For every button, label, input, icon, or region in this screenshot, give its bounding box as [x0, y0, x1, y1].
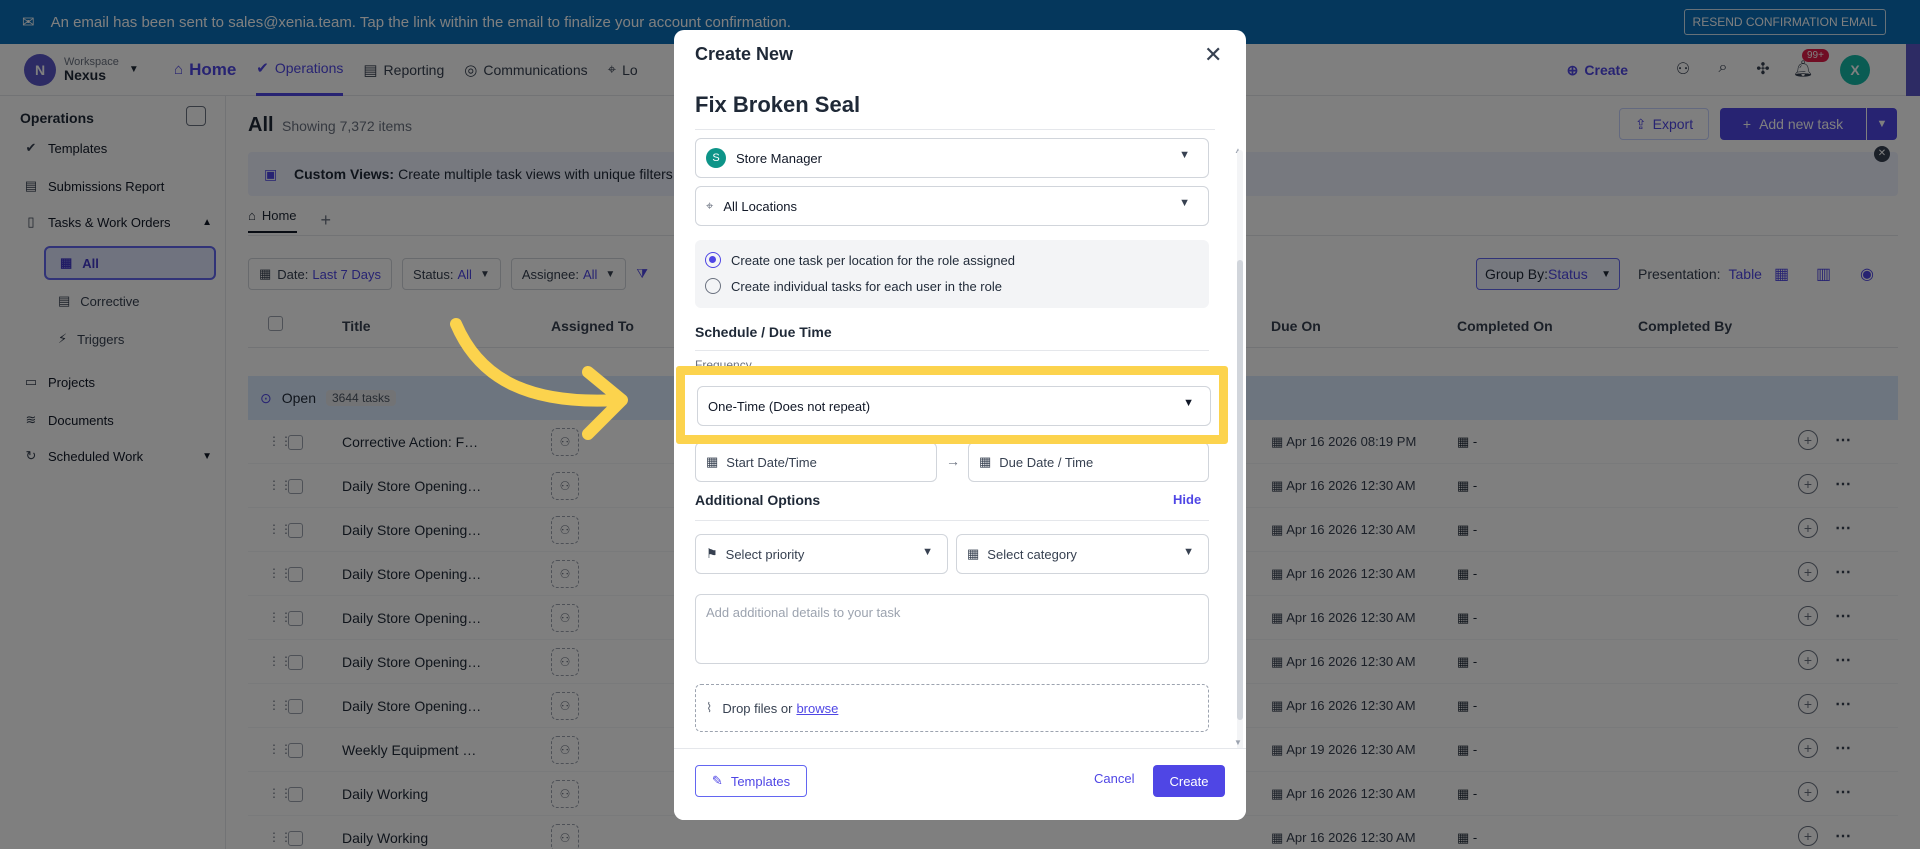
details-textarea[interactable]: Add additional details to your task [695, 594, 1209, 664]
radio-label: Create individual tasks for each user in… [731, 278, 1002, 294]
browse-link[interactable]: browse [796, 701, 838, 716]
cancel-button[interactable]: Cancel [1094, 771, 1134, 786]
divider [695, 350, 1209, 351]
radio-button-selected[interactable] [705, 252, 721, 268]
start-date-field[interactable]: ▦ Start Date/Time [695, 442, 937, 482]
due-date-field[interactable]: ▦ Due Date / Time [968, 442, 1209, 482]
location-icon: ⌖ [706, 198, 714, 213]
file-dropzone[interactable]: ⌇ Drop files or browse [695, 684, 1209, 732]
pencil-icon: ✎ [711, 773, 723, 788]
create-button[interactable]: Create [1153, 765, 1225, 797]
priority-select[interactable]: ⚑ Select priority ▼ [695, 534, 948, 574]
flag-icon: ⚑ [706, 546, 718, 561]
modal-footer: ✎ Templates Cancel Create [674, 748, 1246, 820]
start-date-placeholder: Start Date/Time [726, 454, 817, 470]
calendar-icon: ▦ [706, 454, 719, 469]
role-value: Store Manager [736, 150, 822, 166]
chevron-down-icon: ▼ [1183, 397, 1194, 409]
priority-placeholder: Select priority [725, 546, 805, 562]
location-select[interactable]: ⌖ All Locations ▼ [695, 186, 1209, 226]
modal-title: Create New [695, 44, 794, 64]
radio-label: Create one task per location for the rol… [731, 252, 1016, 268]
templates-button[interactable]: ✎ Templates [695, 765, 807, 797]
close-icon[interactable]: ✕ [1204, 42, 1222, 68]
category-placeholder: Select category [987, 546, 1077, 562]
radio-button[interactable] [705, 278, 721, 294]
schedule-section-title: Schedule / Due Time [695, 324, 832, 340]
grid-icon: ▦ [967, 546, 980, 561]
arrow-right-icon: → [946, 453, 960, 469]
frequency-value: One-Time (Does not repeat) [708, 398, 871, 414]
hide-options-link[interactable]: Hide [1173, 492, 1201, 507]
calendar-icon: ▦ [979, 454, 992, 469]
divider [695, 520, 1209, 521]
chevron-down-icon: ▼ [922, 546, 933, 558]
drop-text: Drop files or [722, 700, 793, 716]
templates-label: Templates [730, 773, 791, 789]
assignment-options: Create one task per location for the rol… [695, 240, 1209, 308]
chevron-down-icon: ▼ [1179, 149, 1190, 161]
chevron-down-icon: ▼ [1179, 197, 1190, 209]
scroll-down-arrow[interactable]: ▼ [1234, 738, 1242, 747]
radio-per-user[interactable]: Create individual tasks for each user in… [705, 278, 1002, 294]
role-select[interactable]: S Store Manager ▼ [695, 138, 1209, 178]
due-date-placeholder: Due Date / Time [999, 454, 1094, 470]
additional-options-title: Additional Options [695, 492, 821, 508]
location-value: All Locations [723, 198, 798, 214]
radio-per-location[interactable]: Create one task per location for the rol… [705, 252, 1015, 268]
annotation-arrow-icon [450, 318, 628, 440]
modal-scrollbar-thumb[interactable] [1237, 260, 1243, 720]
role-avatar: S [706, 148, 726, 168]
frequency-select[interactable]: One-Time (Does not repeat) ▼ [697, 386, 1211, 426]
chevron-down-icon: ▼ [1183, 546, 1194, 558]
paperclip-icon: ⌇ [706, 700, 713, 715]
category-select[interactable]: ▦ Select category ▼ [956, 534, 1209, 574]
task-title-input[interactable]: Fix Broken Seal [695, 92, 1215, 130]
